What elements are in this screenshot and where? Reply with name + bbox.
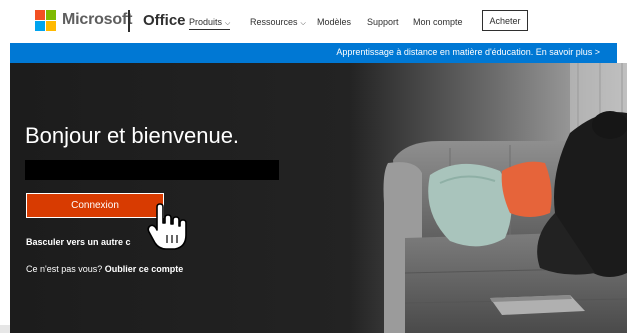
forget-account-link[interactable]: Oublier ce compte bbox=[105, 264, 184, 274]
logo-square-red bbox=[35, 10, 45, 20]
header-divider bbox=[128, 10, 130, 32]
nav-produits-label: Produits bbox=[189, 17, 223, 27]
nav-modeles[interactable]: Modèles bbox=[317, 17, 351, 27]
product-name[interactable]: Office bbox=[143, 12, 186, 29]
redacted-account-email bbox=[25, 160, 279, 180]
promo-banner: Apprentissage à distance en matière d'éd… bbox=[10, 43, 617, 63]
logo-square-blue bbox=[35, 21, 45, 31]
banner-link[interactable]: Apprentissage à distance en matière d'éd… bbox=[336, 47, 600, 57]
not-you-label: Ce n'est pas vous? bbox=[26, 264, 103, 274]
microsoft-logo-icon[interactable] bbox=[35, 10, 56, 31]
hero-section: Bonjour et bienvenue. Connexion Basculer… bbox=[10, 63, 627, 333]
switch-account-link[interactable]: Basculer vers un autre c bbox=[26, 237, 131, 247]
brand-name[interactable]: Microsoft bbox=[62, 11, 132, 29]
page-edge bbox=[0, 325, 10, 333]
hand-pointer-icon bbox=[147, 203, 187, 250]
logo-square-yellow bbox=[46, 21, 56, 31]
nav-mon-compte[interactable]: Mon compte bbox=[413, 17, 463, 27]
nav-produits[interactable]: Produits ⌵ bbox=[189, 17, 231, 30]
not-you-text: Ce n'est pas vous? Oublier ce compte bbox=[26, 264, 183, 274]
nav-support[interactable]: Support bbox=[367, 17, 399, 27]
nav-ressources-label: Ressources bbox=[250, 17, 298, 27]
chevron-down-icon: ⌵ bbox=[225, 20, 231, 27]
welcome-heading: Bonjour et bienvenue. bbox=[25, 123, 240, 148]
nav-ressources[interactable]: Ressources ⌵ bbox=[250, 17, 306, 28]
connexion-button[interactable]: Connexion bbox=[26, 193, 164, 218]
acheter-button[interactable]: Acheter bbox=[482, 10, 528, 31]
chevron-down-icon: ⌵ bbox=[300, 20, 306, 27]
logo-square-green bbox=[46, 10, 56, 20]
top-navigation: Microsoft Office Produits ⌵ Ressources ⌵ M… bbox=[0, 0, 627, 42]
